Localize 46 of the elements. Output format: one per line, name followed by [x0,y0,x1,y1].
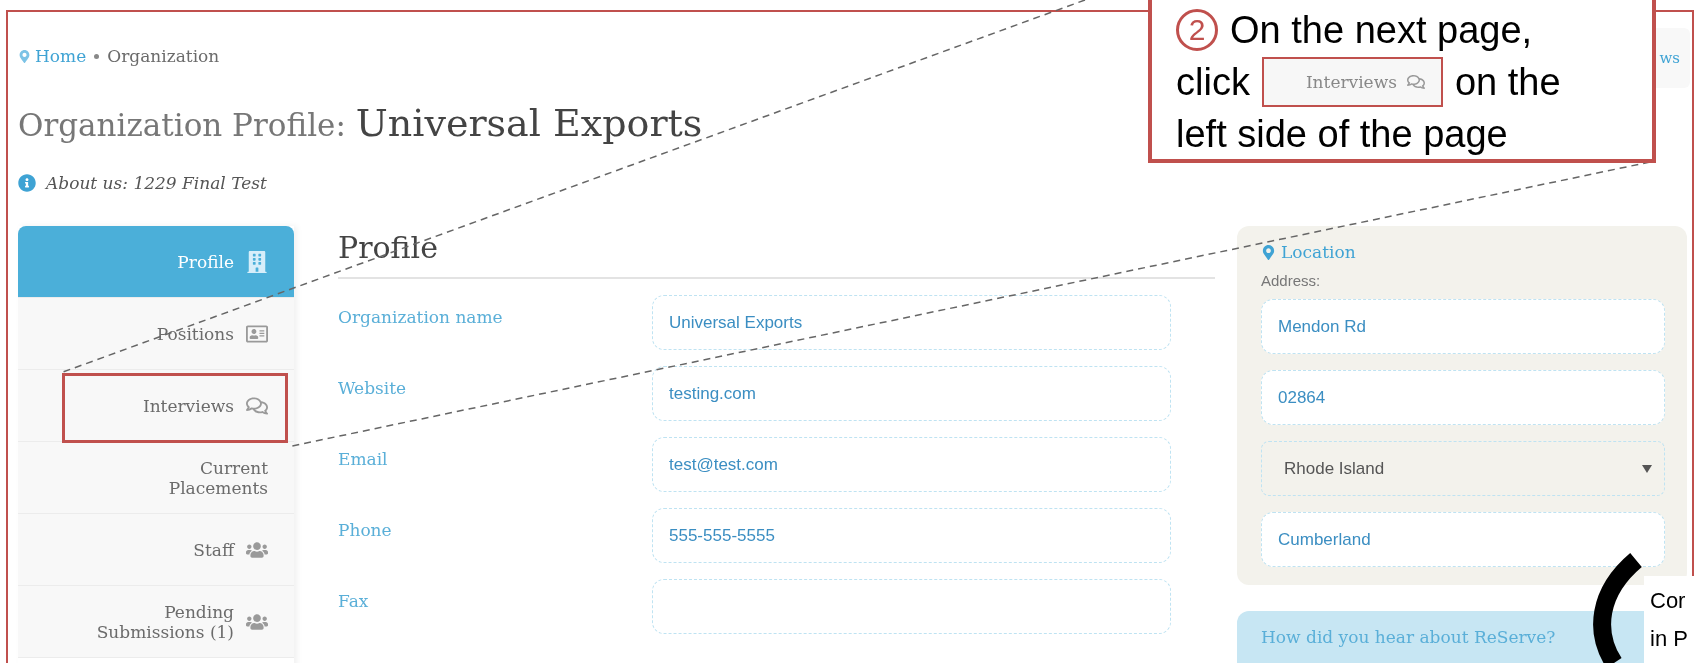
field-label: Website [338,377,408,398]
location-title: Location [1281,242,1356,262]
input-field[interactable]: testing.com [652,366,1171,421]
state-dropdown[interactable]: Rhode Island [1261,441,1665,496]
map-pin-icon [1261,244,1276,260]
input-field[interactable]: Mendon Rd [1261,299,1665,354]
callout-text: On the next page, [1230,8,1533,53]
chat-bubbles-icon [246,394,268,417]
field-label: Fax [338,590,370,611]
sidebar-item[interactable]: Pending Submissions (1) [18,586,294,658]
sidebar-item[interactable]: Current Placements [18,442,294,514]
input-field[interactable] [652,579,1171,634]
callout-text: click [1176,60,1250,105]
field-label: Email [338,448,389,469]
breadcrumb-separator [94,53,100,59]
note-text: Cor [1650,587,1687,615]
input-field[interactable]: 555-555-5555 [652,508,1171,563]
sidebar-item[interactable]: Positions [18,298,294,370]
callout-text: left side of the page [1176,112,1508,157]
input-field[interactable]: test@test.com [652,437,1171,492]
section-heading: Profile [338,226,1215,279]
input-field[interactable]: Universal Exports [652,295,1171,350]
building-icon [246,250,268,273]
nav-tab[interactable]: ws [1656,28,1690,88]
field-label: Phone [338,519,393,540]
sidebar-item[interactable]: Profile [18,226,294,298]
callout-text: on the [1454,60,1561,105]
breadcrumb-current: Organization [107,46,220,66]
address-label: Address: [1261,272,1322,289]
sidebar-item[interactable]: Interviews [18,370,294,442]
input-field[interactable]: Cumberland [1261,512,1665,567]
map-pin-icon [18,49,31,63]
about-text: About us: 1229 Final Test [46,173,267,193]
chat-bubbles-icon [1406,73,1425,91]
caret-icon [1642,464,1652,473]
referral-title: How did you hear about ReServe? [1261,627,1556,647]
input-field[interactable]: 02864 [1261,370,1665,425]
id-card-icon [246,322,268,345]
sidebar-item[interactable]: Staff [18,514,294,586]
page-title-label: Organization Profile: [18,107,346,143]
field-label: Organization name [338,306,504,327]
step-number: 2 [1176,9,1218,51]
home-link[interactable]: Home [18,46,87,66]
organization-name-title: Universal Exports [355,101,703,145]
note-text: in P [1650,625,1689,653]
info-icon [18,174,36,192]
